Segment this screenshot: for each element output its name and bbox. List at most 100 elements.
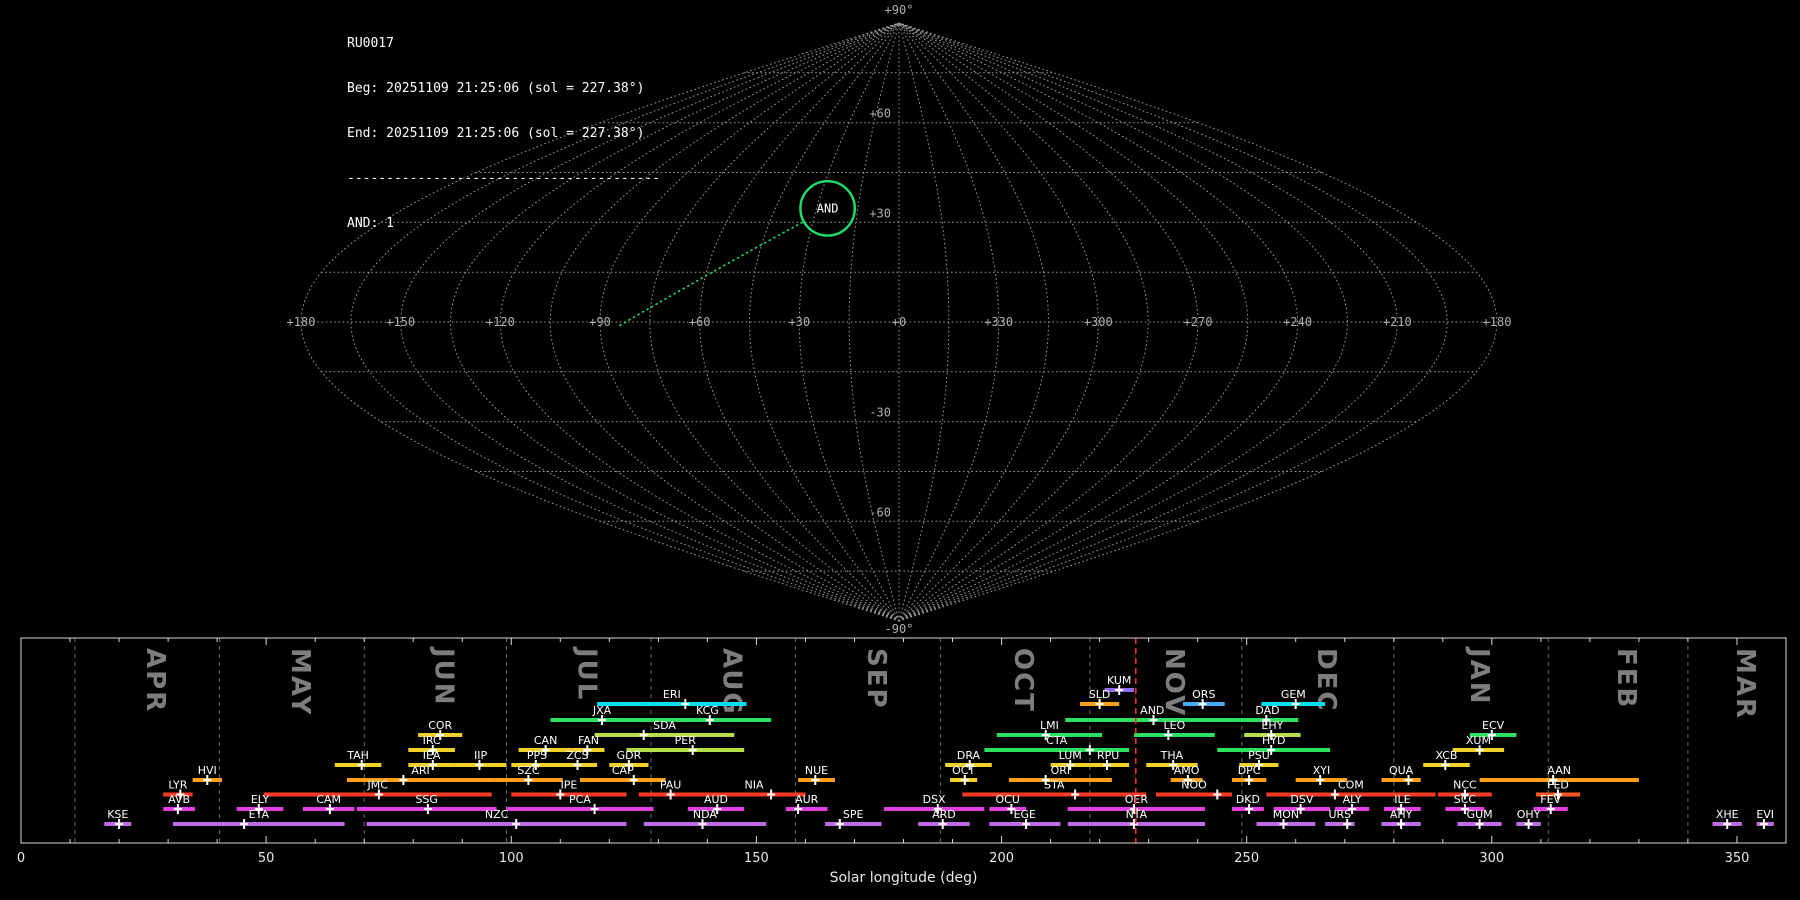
shower-activity-bar [366, 822, 627, 826]
shower-code-label: TAH [346, 749, 369, 762]
begin-time: Beg: 20251109 21:25:06 (sol = 227.38°) [347, 81, 645, 96]
latitude-label: -30 [869, 406, 891, 420]
shower-code-label: NTA [1126, 808, 1148, 821]
longitude-label: +90 [589, 315, 611, 329]
shower-code-label: NDA [693, 808, 718, 821]
shower-activity-bar [506, 807, 654, 811]
month-label: JUN [428, 646, 458, 707]
shower-code-label: RPU [1097, 749, 1119, 762]
longitude-label: +210 [1383, 315, 1412, 329]
shower-code-label: ARI [411, 764, 429, 777]
shower-code-label: IEA [423, 749, 441, 762]
shower-code-label: DSX [923, 793, 946, 806]
shower-activity-bar [1133, 733, 1215, 737]
shower-code-label: FAN [578, 734, 599, 747]
shower-code-label: COM [1338, 779, 1364, 792]
shower-code-label: ECV [1482, 719, 1505, 732]
shower-code-label: ETA [249, 808, 270, 821]
shower-activity-bar [626, 748, 745, 752]
shower-code-label: XCB [1436, 749, 1458, 762]
shower-code-label: EVI [1756, 808, 1774, 821]
observation-header: RU0017 Beg: 20251109 21:25:06 (sol = 227… [347, 6, 660, 246]
longitude-label: +60 [689, 315, 711, 329]
shower-activity-bar [962, 792, 1147, 797]
shower-code-label: EHY [1261, 719, 1283, 732]
shower-code-label: STA [1044, 779, 1065, 792]
latitude-label: -60 [869, 505, 891, 519]
shower-code-label: IPE [560, 779, 577, 792]
shower-code-label: ORS [1192, 688, 1215, 701]
shower-code-label: JMC [366, 779, 388, 792]
shower-code-label: HYD [1262, 734, 1285, 747]
shower-code-label: LYR [168, 779, 187, 792]
shower-code-label: KSE [107, 808, 128, 821]
shower-code-label: DAD [1255, 704, 1279, 717]
shower-activity-bar [594, 733, 735, 737]
month-label: JUL [572, 646, 602, 701]
tick-label: 50 [258, 851, 275, 866]
shower-activity-bar [785, 807, 828, 811]
tick-label: 150 [744, 851, 769, 866]
longitude-label: +270 [1184, 315, 1213, 329]
longitude-label: +120 [486, 315, 515, 329]
shower-activity-bar [825, 822, 882, 826]
shower-code-label: COR [428, 719, 452, 732]
shower-code-label: NZC [485, 808, 509, 821]
shower-code-label: KCG [696, 704, 719, 717]
shower-code-label: PPS [527, 749, 547, 762]
shower-count: AND: 1 [347, 216, 394, 231]
shower-code-label: LEO [1164, 719, 1186, 732]
north-pole-label: +90° [885, 3, 914, 17]
shower-code-label: DSV [1290, 793, 1313, 806]
shower-code-label: LMI [1040, 719, 1059, 732]
longitude-label: +30 [788, 315, 810, 329]
sky-map: +180 +150 +120 +90 +60 +30 +0 +330 +300 +270 +240 +… [287, 3, 1512, 636]
shower-code-label: IIP [474, 749, 487, 762]
shower-code-label: AAN [1547, 764, 1571, 777]
shower-code-label: SDA [653, 719, 676, 732]
shower-code-label: ALY [1343, 793, 1362, 806]
shower-code-label: NUE [805, 764, 828, 777]
shower-code-label: FEV [1540, 793, 1561, 806]
shower-code-label: PCA [569, 793, 591, 806]
shower-bars: KUM ERI SLD ORS GEM JXA KCG AND DAD COR SDA LMI LEO E… [104, 674, 1774, 829]
shower-code-label: PAU [660, 779, 682, 792]
shower-code-label: AVB [168, 793, 190, 806]
shower-code-label: GDR [617, 749, 642, 762]
shower-code-label: AHY [1390, 808, 1413, 821]
shower-code-label: DPC [1238, 764, 1261, 777]
longitude-label: +180 [1483, 315, 1512, 329]
shower-code-label: ERI [663, 688, 681, 701]
shower-code-label: CAN [534, 734, 557, 747]
shower-code-label: SZC [517, 764, 540, 777]
shower-code-label: ILE [1394, 793, 1410, 806]
shower-code-label: MON [1273, 808, 1299, 821]
shower-code-label: SCC [1454, 793, 1477, 806]
month-label: SEP [861, 648, 891, 710]
shower-code-label: CTA [1046, 734, 1068, 747]
latitude-label: +30 [869, 206, 891, 220]
longitude-label: +300 [1084, 315, 1113, 329]
shower-code-label: OHY [1517, 808, 1541, 821]
shower-code-label: ZCS [566, 749, 588, 762]
shower-code-label: SPE [843, 808, 864, 821]
tick-label: 250 [1234, 851, 1259, 866]
axis-tick-labels: 0 50 100 150 200 250 300 350 [17, 851, 1750, 866]
longitude-label: +330 [984, 315, 1013, 329]
shower-code-label: URS [1328, 808, 1351, 821]
shower-code-label: OCT [952, 764, 975, 777]
longitude-label: +0 [892, 315, 906, 329]
month-label: MAY [285, 648, 315, 716]
tick-label: 350 [1725, 851, 1750, 866]
shower-code-label: OER [1125, 793, 1149, 806]
shower-code-label: GEM [1281, 688, 1306, 701]
shower-code-label: XYI [1313, 764, 1331, 777]
longitude-label: +150 [386, 315, 415, 329]
shower-code-label: DRA [957, 749, 981, 762]
shower-code-label: NIA [745, 779, 764, 792]
shower-code-label: AUR [795, 793, 819, 806]
shower-code-label: SSG [415, 793, 438, 806]
end-time: End: 20251109 21:25:06 (sol = 227.38°) [347, 126, 645, 141]
latitude-label: +60 [869, 107, 891, 121]
shower-code-label: XUM [1466, 734, 1491, 747]
